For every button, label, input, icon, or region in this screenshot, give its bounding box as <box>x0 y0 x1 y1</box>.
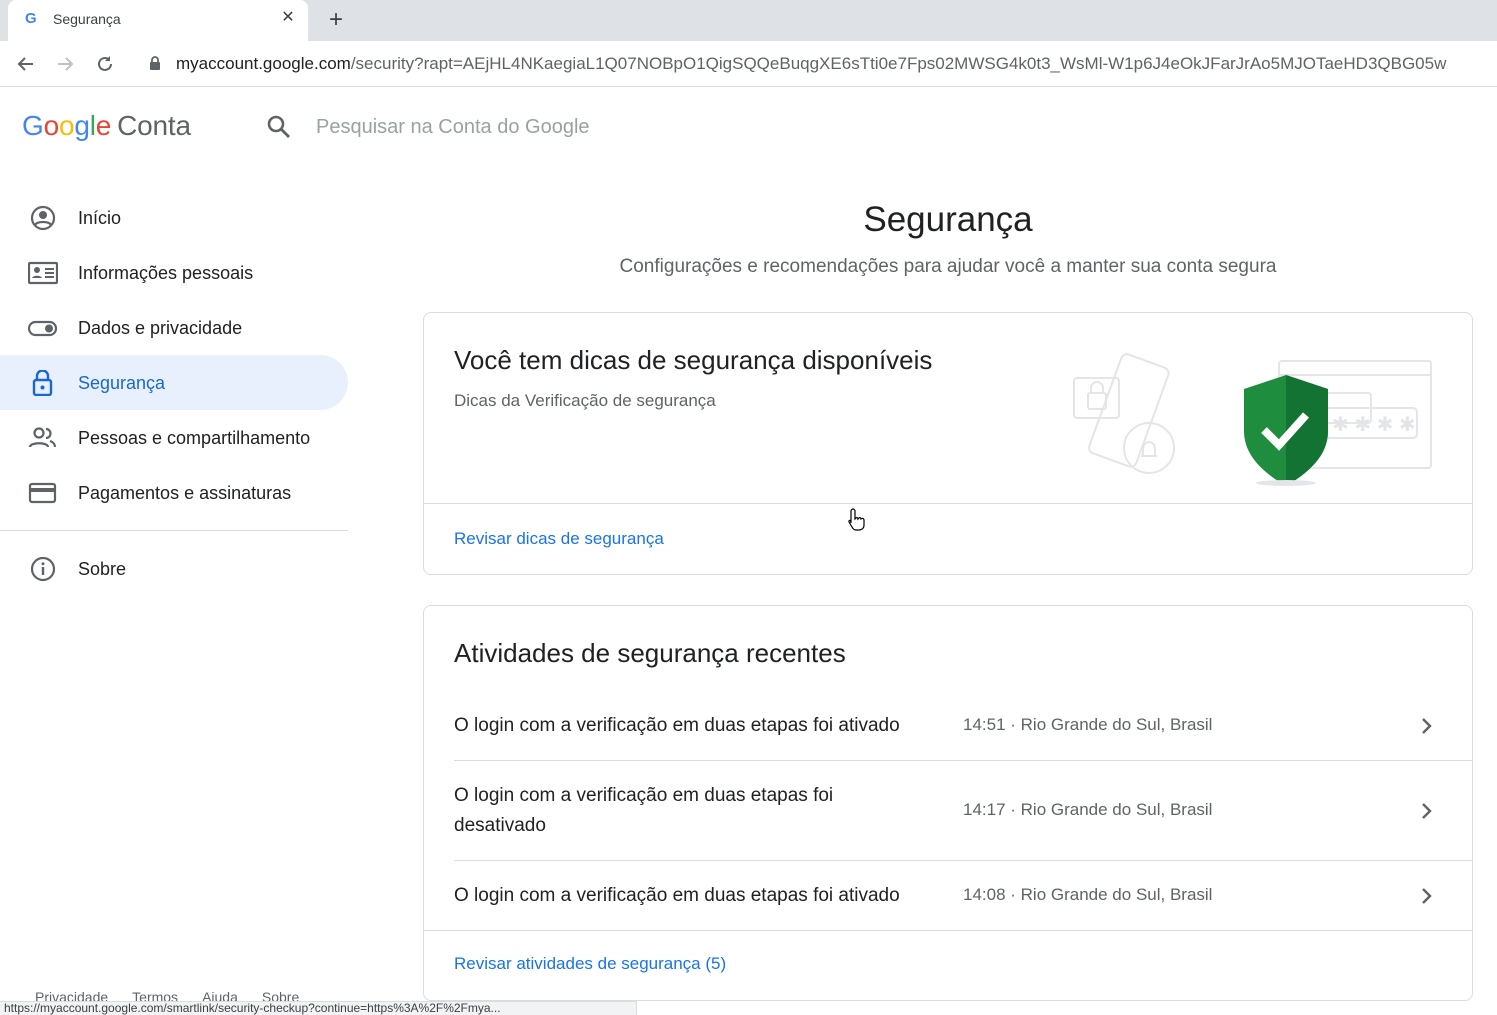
logo-letter: o <box>43 110 60 141</box>
browser-toolbar: myaccount.google.com/security?rapt=AEjHL… <box>0 41 1497 87</box>
sidebar-item-label: Segurança <box>78 373 166 393</box>
chevron-right-icon <box>1422 888 1432 904</box>
id-card-icon <box>28 261 58 285</box>
activity-description: O login com a verificação em duas etapas… <box>454 715 900 736</box>
reload-icon[interactable] <box>91 50 119 78</box>
browser-tab-bar: G Segurança ✕ + <box>0 0 1497 41</box>
people-icon <box>28 427 57 448</box>
sidebar-item-inicio[interactable]: Início <box>0 190 348 245</box>
activity-row[interactable]: O login com a verificação em duas etapas… <box>454 761 1472 861</box>
sidebar-item-label: Pessoas e compartilhamento <box>78 428 311 448</box>
logo-letter: o <box>58 110 75 141</box>
forward-arrow-icon[interactable] <box>51 50 79 78</box>
activity-row[interactable]: O login com a verificação em duas etapas… <box>454 696 1472 761</box>
chevron-right-icon <box>1422 718 1432 734</box>
sidebar-item-label: Início <box>78 208 122 228</box>
logo-letter: e <box>95 110 112 141</box>
logo-letter: g <box>74 110 90 141</box>
account-circle-icon <box>30 205 56 231</box>
sidebar-item-pessoas-compartilhamento[interactable]: Pessoas e compartilhamento <box>0 410 348 465</box>
new-tab-button[interactable]: + <box>322 7 350 35</box>
google-conta-logo[interactable]: Google Conta <box>22 110 191 142</box>
hand-cursor-icon <box>848 508 865 531</box>
sidebar-item-pagamentos-assinaturas[interactable]: Pagamentos e assinaturas <box>0 465 348 520</box>
sidebar-item-label: Informações pessoais <box>78 263 254 283</box>
lock-icon <box>32 370 53 396</box>
tips-card-title: Você tem dicas de segurança disponíveis <box>454 345 933 375</box>
svg-text:✱ ✱ ✱ ✱: ✱ ✱ ✱ ✱ <box>1332 414 1416 436</box>
activity-meta: 14:51 · Rio Grande do Sul, Brasil <box>963 715 1213 734</box>
page-title: Segurança <box>863 200 1033 239</box>
tips-card-subtitle: Dicas da Verificação de segurança <box>454 391 716 410</box>
activity-card-title: Atividades de segurança recentes <box>454 638 846 668</box>
card-divider <box>424 503 1472 504</box>
credit-card-icon <box>28 482 57 504</box>
activity-description: O login com a verificação em duas etapas… <box>454 885 900 906</box>
card-divider <box>424 930 1472 931</box>
sidebar-item-label: Sobre <box>78 559 127 579</box>
sidebar-item-seguranca[interactable]: Segurança <box>0 355 348 410</box>
main-content: Segurança Configurações e recomendações … <box>423 190 1473 1001</box>
sidebar-nav: Início Informações pessoais Dados e priv… <box>0 190 350 596</box>
info-icon <box>30 556 56 582</box>
sidebar-item-dados-privacidade[interactable]: Dados e privacidade <box>0 300 348 355</box>
recent-activity-card: Atividades de segurança recentes O login… <box>423 605 1473 1001</box>
review-tips-link[interactable]: Revisar dicas de segurança <box>454 529 664 549</box>
search-icon[interactable] <box>266 114 292 140</box>
review-activity-link[interactable]: Revisar atividades de segurança (5) <box>454 954 726 974</box>
url-path: /security?rapt=AEjHL4NKaegiaL1Q07NOBpO1Q… <box>350 54 1447 73</box>
search-input[interactable] <box>316 113 816 141</box>
chevron-right-icon <box>1422 803 1432 819</box>
back-arrow-icon[interactable] <box>12 50 40 78</box>
sidebar-item-label: Pagamentos e assinaturas <box>78 483 292 503</box>
sidebar-item-label: Dados e privacidade <box>78 318 243 338</box>
address-bar[interactable]: myaccount.google.com/security?rapt=AEjHL… <box>176 54 1446 74</box>
activity-meta: 14:08 · Rio Grande do Sul, Brasil <box>963 885 1213 904</box>
status-bar-url: https://myaccount.google.com/smartlink/s… <box>0 1001 637 1015</box>
sidebar-divider <box>0 530 348 531</box>
google-favicon-icon: G <box>25 10 37 27</box>
tab-title: Segurança <box>53 11 121 27</box>
lock-icon[interactable] <box>148 55 162 71</box>
activity-description: O login com a verificação em duas etapas… <box>454 785 834 836</box>
browser-tab[interactable]: G Segurança ✕ <box>8 0 308 41</box>
tab-close-icon[interactable]: ✕ <box>278 8 298 28</box>
sidebar-item-informacoes-pessoais[interactable]: Informações pessoais <box>0 245 348 300</box>
activity-meta: 14:17 · Rio Grande do Sul, Brasil <box>963 800 1213 819</box>
security-shield-illustration: ✱ ✱ ✱ ✱ <box>1073 353 1432 486</box>
page-subtitle: Configurações e recomendações para ajuda… <box>619 256 1277 277</box>
logo-conta-text: Conta <box>117 110 191 141</box>
sidebar-item-sobre[interactable]: Sobre <box>0 541 348 596</box>
security-tips-card[interactable]: Você tem dicas de segurança disponíveis … <box>423 312 1473 575</box>
url-host: myaccount.google.com <box>176 54 351 73</box>
activity-row[interactable]: O login com a verificação em duas etapas… <box>454 861 1472 931</box>
toggle-icon <box>28 320 58 337</box>
account-header: Google Conta <box>0 87 1497 167</box>
logo-letter: G <box>22 110 44 141</box>
